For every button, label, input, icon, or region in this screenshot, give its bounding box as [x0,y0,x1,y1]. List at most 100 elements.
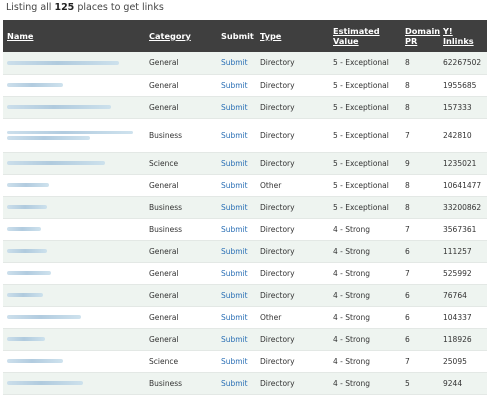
type-cell: Other [256,306,329,329]
domain-pr-cell: 5 [401,372,439,395]
site-name-link[interactable] [3,372,145,395]
site-name-link[interactable] [3,118,145,153]
type-cell: Directory [256,350,329,373]
site-name-link[interactable] [3,284,145,307]
type-cell: Directory [256,196,329,219]
site-name-link[interactable] [3,52,145,75]
listing-summary: Listing all 125 places to get links [6,2,164,13]
type-cell: Other [256,174,329,197]
inlinks-cell: 25095 [439,350,487,373]
category-cell: General [145,328,217,351]
type-cell: Directory [256,284,329,307]
submit-link[interactable]: Submit [217,372,256,395]
estimated-value-cell: 5 - Exceptional [329,196,401,219]
inlinks-cell: 1955685 [439,74,487,97]
type-cell: Directory [256,328,329,351]
type-cell: Directory [256,118,329,153]
category-cell: Science [145,350,217,373]
table-row: General Submit Other 4 - Strong 6 104337 [3,306,487,329]
inlinks-cell: 118926 [439,328,487,351]
domain-pr-cell: 6 [401,328,439,351]
estimated-value-cell: 4 - Strong [329,306,401,329]
estimated-value-cell: 5 - Exceptional [329,152,401,175]
submit-link[interactable]: Submit [217,306,256,329]
submit-link[interactable]: Submit [217,74,256,97]
site-name-link[interactable] [3,306,145,329]
type-cell: Directory [256,152,329,175]
estimated-value-cell: 4 - Strong [329,218,401,241]
submit-link[interactable]: Submit [217,284,256,307]
submit-link[interactable]: Submit [217,240,256,263]
type-cell: Directory [256,262,329,285]
domain-pr-cell: 9 [401,152,439,175]
submit-link[interactable]: Submit [217,350,256,373]
category-cell: General [145,306,217,329]
inlinks-cell: 62267502 [439,52,487,75]
category-cell: General [145,96,217,119]
domain-pr-cell: 8 [401,74,439,97]
estimated-value-cell: 5 - Exceptional [329,118,401,153]
site-name-link[interactable] [3,74,145,97]
inlinks-cell: 10641477 [439,174,487,197]
table-row: General Submit Directory 5 - Exceptional 8 19… [3,74,487,97]
site-name-link[interactable] [3,196,145,219]
site-name-link[interactable] [3,262,145,285]
table-row: General Submit Other 5 - Exceptional 8 106414… [3,174,487,197]
site-name-link[interactable] [3,152,145,175]
table-row: General Submit Directory 4 - Strong 6 111257 [3,240,487,263]
category-cell: General [145,174,217,197]
domain-pr-cell: 8 [401,96,439,119]
table-row: General Submit Directory 5 - Exceptional 8 62… [3,52,487,75]
table-row: Science Submit Directory 4 - Strong 7 25095 [3,350,487,373]
site-name-link[interactable] [3,240,145,263]
type-cell: Directory [256,372,329,395]
site-name-link[interactable] [3,174,145,197]
submit-link[interactable]: Submit [217,262,256,285]
submit-link[interactable]: Submit [217,174,256,197]
type-cell: Directory [256,52,329,75]
column-header-category[interactable]: Category [145,20,217,52]
estimated-value-cell: 4 - Strong [329,372,401,395]
estimated-value-cell: 4 - Strong [329,350,401,373]
submit-link[interactable]: Submit [217,328,256,351]
table-row: Business Submit Directory 4 - Strong 5 9244 [3,372,487,395]
column-header-estimated-value[interactable]: Estimated Value [329,20,401,52]
submit-link[interactable]: Submit [217,218,256,241]
estimated-value-cell: 4 - Strong [329,284,401,307]
table-row: General Submit Directory 5 - Exceptional 8 15… [3,96,487,119]
inlinks-cell: 242810 [439,118,487,153]
table-row: General Submit Directory 4 - Strong 6 76764 [3,284,487,307]
submit-link[interactable]: Submit [217,52,256,75]
site-name-link[interactable] [3,328,145,351]
submit-link[interactable]: Submit [217,196,256,219]
type-cell: Directory [256,74,329,97]
column-header-inlinks[interactable]: Y! Inlinks [439,20,487,52]
type-cell: Directory [256,218,329,241]
submit-link[interactable]: Submit [217,118,256,153]
site-name-link[interactable] [3,350,145,373]
domain-pr-cell: 8 [401,52,439,75]
inlinks-cell: 111257 [439,240,487,263]
submit-link[interactable]: Submit [217,152,256,175]
table-row: Business Submit Directory 5 - Exceptional 8 3… [3,196,487,219]
table-header: Name Category Submit Type Estimated Value… [3,20,487,52]
domain-pr-cell: 6 [401,306,439,329]
estimated-value-cell: 4 - Strong [329,262,401,285]
domain-pr-cell: 7 [401,218,439,241]
column-header-name[interactable]: Name [3,20,145,52]
site-name-link[interactable] [3,96,145,119]
listing-count: 125 [54,2,75,13]
places-table: Name Category Submit Type Estimated Value… [3,20,487,395]
column-header-domain-pr[interactable]: Domain PR [401,20,440,52]
estimated-value-cell: 5 - Exceptional [329,52,401,75]
inlinks-cell: 76764 [439,284,487,307]
column-header-type[interactable]: Type [256,20,329,52]
estimated-value-cell: 4 - Strong [329,328,401,351]
listing-suffix: places to get links [77,2,164,13]
category-cell: General [145,284,217,307]
submit-link[interactable]: Submit [217,96,256,119]
category-cell: General [145,52,217,75]
inlinks-cell: 33200862 [439,196,487,219]
site-name-link[interactable] [3,218,145,241]
estimated-value-cell: 5 - Exceptional [329,174,401,197]
